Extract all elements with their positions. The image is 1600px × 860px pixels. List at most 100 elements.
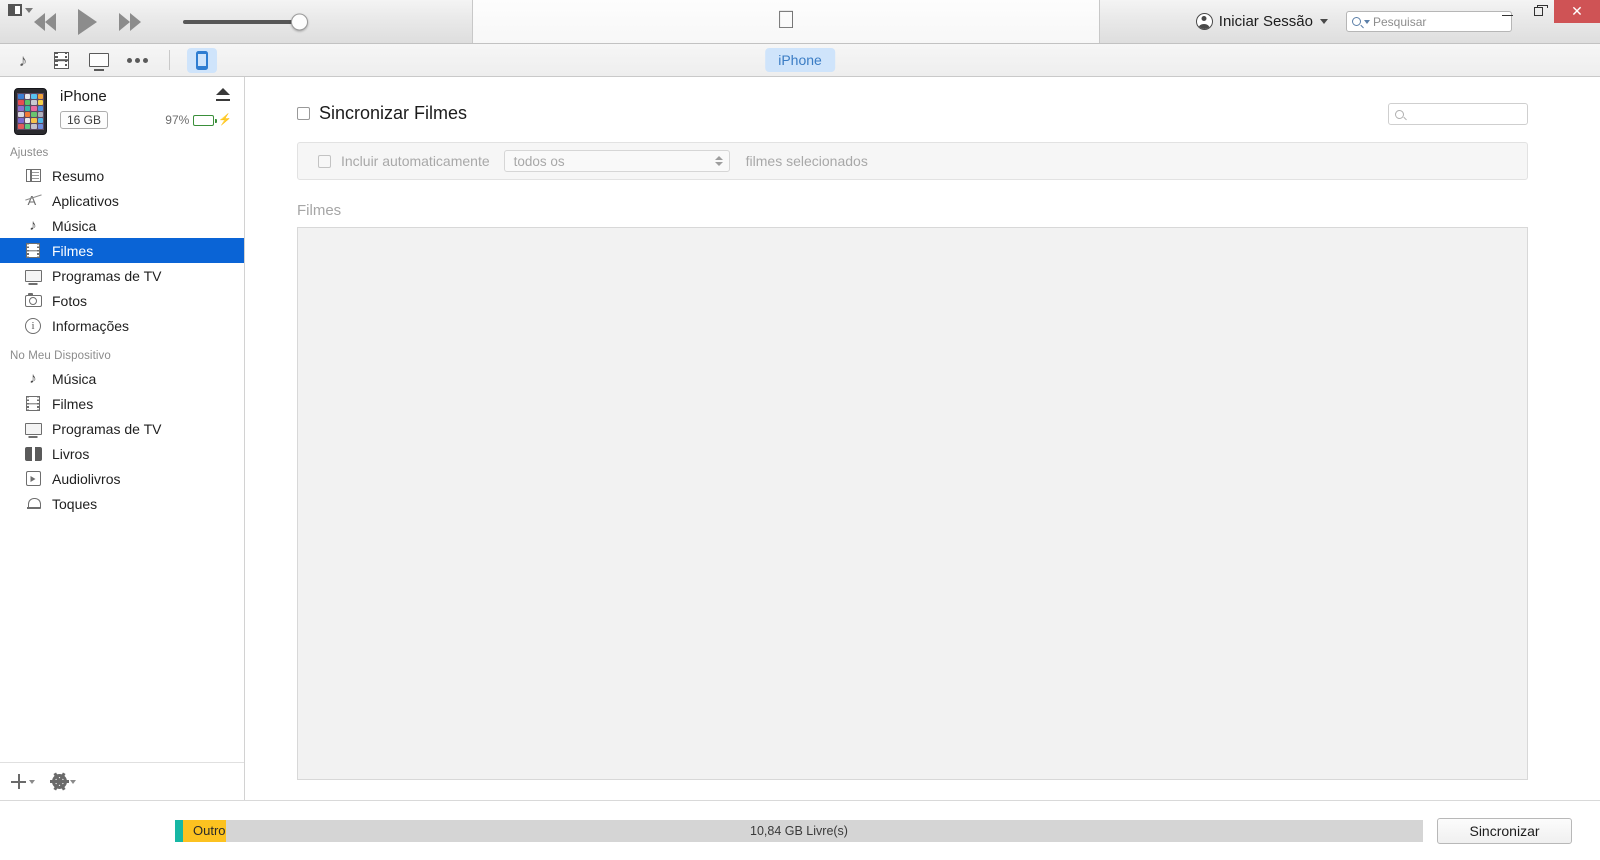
movies-icon	[24, 242, 42, 260]
movies-section-label: Filmes	[297, 202, 342, 219]
search-icon	[1395, 109, 1404, 119]
chevron-down-icon	[1364, 19, 1370, 24]
view-toggle-button[interactable]	[5, 2, 36, 18]
sidebar-device-item-audiolivros[interactable]: Audiolivros	[0, 466, 244, 491]
media-type-switcher: ♪	[0, 47, 217, 73]
transport-controls	[34, 8, 141, 35]
sync-button[interactable]: Sincronizar	[1437, 817, 1572, 844]
add-playlist-button[interactable]	[11, 774, 35, 789]
sidebar-item-programas-de-tv[interactable]: Programas de TV	[0, 263, 244, 288]
sidebar: iPhone 16 GB 97% ⚡ Ajustes Resumo A Apli…	[0, 77, 245, 800]
tv-shows-icon	[89, 53, 109, 67]
sidebar-item-label: Música	[52, 370, 97, 387]
sidebar-item-filmes[interactable]: Filmes	[0, 238, 244, 263]
sign-in-label: Iniciar Sessão	[1218, 13, 1313, 30]
sidebar-item-musica[interactable]: ♪ Música	[0, 213, 244, 238]
auto-include-label: Incluir automaticamente	[341, 153, 490, 169]
photos-icon	[24, 292, 42, 310]
chevron-down-icon	[1320, 19, 1328, 24]
music-icon: ♪	[18, 50, 28, 70]
tv-shows-icon	[24, 420, 42, 438]
volume-slider[interactable]	[183, 13, 333, 30]
charging-bolt-icon: ⚡	[218, 113, 232, 126]
apple-logo: 	[777, 8, 796, 33]
main-inner: Sincronizar Filmes Incluir automaticamen…	[245, 77, 1600, 780]
sidebar-device-item-filmes[interactable]: Filmes	[0, 391, 244, 416]
auto-include-selected-value: todos os	[513, 153, 565, 169]
auto-include-panel: Incluir automaticamente todos os filmes …	[297, 142, 1528, 180]
window-controls: ✕	[1492, 0, 1600, 23]
sidebar-settings-button[interactable]	[50, 772, 76, 791]
next-button[interactable]	[119, 12, 141, 31]
free-space-label: 10,84 GB Livre(s)	[750, 823, 848, 838]
fast-forward-icon	[119, 12, 141, 31]
chevron-updown-icon	[714, 156, 723, 166]
play-button[interactable]	[78, 8, 97, 35]
info-icon: i	[24, 317, 42, 335]
media-tab-tvshows[interactable]	[84, 48, 114, 73]
device-iphone-icon	[196, 50, 208, 70]
sidebar-device-item-musica[interactable]: ♪ Música	[0, 366, 244, 391]
battery-indicator: 97% ⚡	[165, 113, 232, 127]
media-tab-more[interactable]	[122, 48, 152, 73]
capacity-segment-apps	[175, 819, 183, 842]
summary-icon	[24, 167, 42, 185]
sidebar-item-label: Filmes	[52, 242, 94, 259]
sidebar-footer	[0, 762, 244, 800]
audiobooks-icon	[24, 470, 42, 488]
device-thumbnail	[14, 88, 47, 135]
auto-include-checkbox[interactable]	[318, 154, 331, 168]
rewind-icon	[34, 12, 56, 31]
device-capacity-badge: 16 GB	[60, 111, 109, 129]
movies-list-box[interactable]	[297, 227, 1528, 780]
sidebar-item-label: Programas de TV	[52, 267, 162, 284]
sidebar-device-list: ♪ Música Filmes Programas de TV Livros A…	[0, 366, 244, 516]
restore-icon	[1534, 5, 1548, 16]
sidebar-item-fotos[interactable]: Fotos	[0, 288, 244, 313]
battery-icon	[193, 114, 217, 126]
sidebar-item-label: Informações	[52, 317, 130, 334]
sync-movies-checkbox[interactable]	[297, 107, 310, 120]
sidebar-device-item-livros[interactable]: Livros	[0, 441, 244, 466]
close-icon: ✕	[1571, 3, 1583, 20]
sidebar-item-aplicativos[interactable]: Aplicativos	[0, 188, 244, 213]
panel-toggle-icon	[8, 4, 22, 16]
global-search-field[interactable]: Pesquisar	[1346, 11, 1512, 32]
media-tab-music[interactable]: ♪	[8, 48, 38, 73]
media-tab-movies[interactable]	[46, 48, 76, 73]
tv-shows-icon	[24, 267, 42, 285]
sidebar-device-item-programas-de-tv[interactable]: Programas de TV	[0, 416, 244, 441]
sync-movies-row[interactable]: Sincronizar Filmes	[297, 103, 1528, 124]
sidebar-item-informacoes[interactable]: i Informações	[0, 313, 244, 338]
volume-track	[183, 19, 303, 24]
sidebar-item-label: Música	[52, 217, 97, 234]
media-nav-bar: ♪ iPhone	[0, 44, 1600, 77]
device-tab-iphone[interactable]: iPhone	[765, 48, 835, 72]
close-button[interactable]: ✕	[1554, 0, 1600, 23]
account-icon	[1195, 13, 1213, 30]
maximize-button[interactable]	[1523, 0, 1554, 23]
auto-include-suffix: filmes selecionados	[745, 153, 868, 169]
minimize-button[interactable]	[1492, 0, 1523, 23]
sign-in-button[interactable]: Iniciar Sessão	[1195, 13, 1328, 30]
sidebar-device-item-toques[interactable]: Toques	[0, 491, 244, 516]
eject-icon[interactable]	[216, 88, 230, 101]
sidebar-item-label: Audiolivros	[52, 470, 121, 487]
sidebar-item-resumo[interactable]: Resumo	[0, 163, 244, 188]
search-icon	[1352, 17, 1361, 26]
media-tab-device[interactable]	[187, 47, 217, 73]
itunes-window:  Iniciar Sessão Pesquisar ✕	[0, 0, 1600, 860]
auto-include-select[interactable]: todos os	[503, 150, 730, 172]
movies-search-field[interactable]	[1388, 103, 1528, 125]
music-icon: ♪	[29, 217, 37, 234]
volume-knob[interactable]	[291, 13, 308, 30]
previous-button[interactable]	[34, 12, 56, 31]
chevron-down-icon	[25, 7, 33, 13]
sidebar-section-on-my-device: No Meu Dispositivo	[10, 350, 111, 362]
music-icon: ♪	[29, 370, 37, 387]
page-title: Sincronizar Filmes	[319, 103, 468, 123]
title-bar:  Iniciar Sessão Pesquisar ✕	[0, 0, 1600, 44]
content-row: iPhone 16 GB 97% ⚡ Ajustes Resumo A Apli…	[0, 77, 1600, 800]
sidebar-item-label: Toques	[52, 495, 98, 512]
apps-icon	[24, 192, 42, 210]
